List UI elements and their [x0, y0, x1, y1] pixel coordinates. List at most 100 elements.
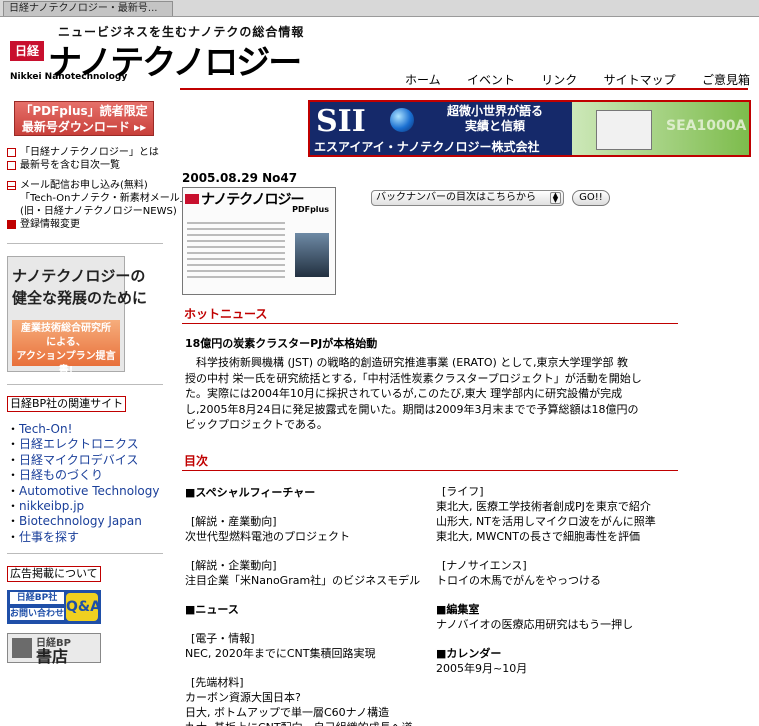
header-divider — [180, 88, 748, 90]
news-line: し,2005年8月24日に発足披露式を開いた。期間は2009年3月末までで予算総… — [185, 402, 639, 416]
bookstore-banner[interactable]: 日経BP 書店 — [7, 633, 101, 666]
toc-category-label: [解説・企業動向] — [191, 559, 277, 572]
related-site-item: ・仕事を探す — [7, 529, 80, 544]
about-link[interactable]: 「日経ナノテクノロジー」とは — [7, 146, 159, 159]
cover-text-line — [187, 264, 285, 266]
toc-list-link[interactable]: 最新号を含む目次一覧 — [7, 159, 159, 172]
related-link-job-search[interactable]: 仕事を探す — [19, 530, 79, 544]
toc-article-link[interactable]: トロイの木馬でがんをやっつける — [436, 573, 656, 588]
browser-tab-bar: 日経ナノテクノロジー・最新号... — [0, 0, 759, 17]
issue-cover-thumbnail[interactable]: ナノテクノロジー PDFplus — [182, 187, 336, 295]
toc-article-link[interactable]: 九大, 基板上にCNT配向一自己組織的成長へ道 — [185, 720, 420, 726]
related-link-nikkei-monozukuri[interactable]: 日経ものづくり — [19, 468, 103, 482]
ad-model: SEA1000A — [666, 118, 747, 134]
qa-line-2: お問い合わせ — [10, 608, 65, 620]
promo-line-2: 健全な発展のために — [12, 289, 148, 307]
sidebar-divider — [7, 243, 163, 244]
related-link-tech-on[interactable]: Tech-On! — [19, 422, 72, 436]
cover-text-line — [187, 246, 285, 248]
cover-text-line — [187, 270, 285, 272]
sii-advertisement[interactable]: SII 超微小世界が語る 実績と信頼 エスアイアイ・ナノテクノロジー株式会社 S… — [308, 100, 751, 157]
aist-action-plan-banner[interactable]: ナノテクノロジーの 健全な発展のために 産業技術総合研究所 による、 アクション… — [7, 256, 147, 376]
toc-article-link[interactable]: 注目企業「米NanoGram社」のビジネスモデル — [185, 573, 420, 588]
toc-section-heading: ■スペシャルフィーチャー — [185, 486, 316, 499]
about-link-label: 「日経ナノテクノロジー」とは — [20, 147, 159, 158]
nav-home[interactable]: ホーム — [405, 71, 441, 88]
promo-line-1: ナノテクノロジーの — [12, 267, 146, 285]
related-link-automotive-technology[interactable]: Automotive Technology — [19, 484, 159, 498]
toc-category-label: [解説・産業動向] — [191, 515, 277, 528]
toc-category-label: [ライフ] — [442, 485, 484, 498]
backnumber-select-value: バックナンバーの目次はこちらから — [376, 192, 536, 203]
toc-heading: 目次 — [184, 454, 209, 468]
ad-tagline-1: 超微小世界が語る — [446, 104, 543, 118]
toc-article-link[interactable]: 東北大, MWCNTの長さで細胞毒性を評価 — [436, 529, 656, 544]
related-site-item: ・Tech-On! — [7, 422, 73, 436]
news-line: 科学技術新興機構 (JST) の戦略的創造研究推進事業 (ERATO) として,… — [196, 356, 628, 369]
logo-subtitle: Nikkei Nanotechnology — [10, 72, 128, 82]
ad-tagline: 超微小世界が語る 実績と信頼 — [420, 104, 570, 134]
mail-line-3: (旧・日経ナノテクノロジーNEWS) — [20, 206, 177, 217]
hot-news-body: 科学技術新興機構 (JST) の戦略的創造研究推進事業 (ERATO) として,… — [185, 355, 685, 433]
registration-change-label: 登録情報変更 — [20, 219, 80, 230]
related-site-item: ・日経ものづくり — [7, 468, 104, 483]
nav-event[interactable]: イベント — [467, 71, 515, 88]
nav-link[interactable]: リンク — [541, 71, 577, 88]
toc-rule — [182, 470, 678, 471]
related-link-nikkeibp-jp[interactable]: nikkeibp.jp — [19, 499, 84, 513]
site-logo[interactable]: ニュービジネスを生むナノテクの総合情報 日経 ナノテクノロジー Nikkei N… — [10, 23, 303, 89]
related-site-item: ・Automotive Technology — [7, 483, 160, 498]
mail-subscribe-text: メール配信お申し込み(無料) 「Tech-Onナノテク・新素材メール」 (旧・日… — [20, 179, 190, 218]
globe-icon — [390, 108, 414, 132]
toc-article-link[interactable]: 次世代型燃料電池のプロジェクト — [185, 529, 420, 544]
cover-text-line — [187, 240, 285, 242]
mail-subscribe-link[interactable]: メール配信お申し込み(無料) 「Tech-Onナノテク・新素材メール」 (旧・日… — [7, 179, 190, 218]
hot-news-headline[interactable]: 18億円の炭素クラスターPJが本格始動 — [185, 335, 377, 351]
toc-article-link[interactable]: 日大, ボトムアップで単一層C60ナノ構造 — [185, 705, 420, 720]
hot-news-rule — [182, 323, 678, 324]
related-sites-heading: 日経BP社の関連サイト — [7, 396, 127, 412]
related-site-item: ・nikkeibp.jp — [7, 499, 85, 514]
cover-pdfplus: PDFplus — [292, 205, 329, 214]
advertising-info-link[interactable]: 広告掲載について — [7, 566, 101, 582]
registration-change-link[interactable]: 登録情報変更 — [7, 218, 190, 231]
toc-article-link[interactable]: NEC, 2020年までにCNT集積回路実現 — [185, 646, 420, 661]
related-site-item: ・Biotechnology Japan — [7, 514, 142, 529]
hot-news-heading: ホットニュース — [184, 307, 268, 321]
envelope-icon — [7, 181, 16, 190]
toc-article-link[interactable]: 山形大, NTを活用しマイクロ波をがんに照準 — [436, 514, 656, 529]
bookstore-big: 書店 — [36, 647, 69, 666]
pdfplus-download-banner[interactable]: 「PDFplus」読者限定 最新号ダウンロード ▸▸ — [14, 101, 154, 136]
mail-links: メール配信お申し込み(無料) 「Tech-Onナノテク・新素材メール」 (旧・日… — [7, 179, 190, 231]
toc-category-label: [電子・情報] — [191, 632, 255, 645]
related-link-biotechnology-japan[interactable]: Biotechnology Japan — [19, 514, 142, 528]
toc-article-link[interactable]: ナノバイオの医療応用研究はもう一押し — [436, 617, 656, 632]
toc-spacer — [436, 544, 656, 558]
ad-tagline-2: 実績と信頼 — [464, 119, 525, 133]
edit-icon — [7, 220, 16, 229]
contact-qa-banner[interactable]: 日経BP社 お問い合わせ Q&A — [7, 590, 101, 624]
browser-tab[interactable]: 日経ナノテクノロジー・最新号... — [3, 1, 173, 16]
toc-article-link[interactable]: カーボン資源大国日本? — [185, 690, 420, 705]
promo-box-line-1: 産業技術総合研究所 — [21, 323, 111, 334]
nav-sitemap[interactable]: サイトマップ — [604, 71, 676, 88]
go-button[interactable]: GO!! — [572, 190, 610, 206]
nikkei-badge: 日経 — [10, 41, 44, 61]
mail-line-2: 「Tech-Onナノテク・新素材メール」 — [20, 193, 190, 204]
banner-line-2: 最新号ダウンロード ▸▸ — [21, 120, 147, 134]
toc-spacer — [436, 632, 656, 646]
cover-nikkei-badge — [185, 194, 199, 204]
instrument-image — [596, 110, 652, 150]
toc-article-link[interactable]: 2005年9月~10月 — [436, 661, 656, 676]
page-icon — [7, 161, 16, 170]
related-link-nikkei-microdevices[interactable]: 日経マイクロデバイス — [19, 453, 138, 467]
related-sites-list: ・Tech-On! ・日経エレクトロニクス ・日経マイクロデバイス ・日経ものづ… — [7, 422, 159, 545]
backnumber-select[interactable]: バックナンバーの目次はこちらから ▲ ▼ — [371, 190, 564, 206]
toc-list-link-label: 最新号を含む目次一覧 — [20, 160, 120, 171]
toc-article-link[interactable]: 東北大, 医療工学技術者創成PJを東京で紹介 — [436, 499, 656, 514]
nav-feedback[interactable]: ご意見箱 — [702, 71, 750, 88]
cover-text-line — [187, 276, 285, 278]
related-link-nikkei-electronics[interactable]: 日経エレクトロニクス — [19, 437, 139, 451]
toc-section-heading: ■カレンダー — [436, 647, 502, 660]
related-site-item: ・日経マイクロデバイス — [7, 452, 139, 467]
